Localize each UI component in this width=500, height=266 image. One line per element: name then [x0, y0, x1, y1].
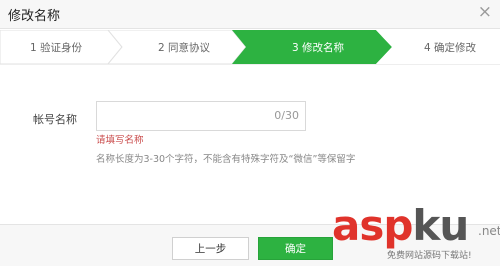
hint-message: 名称长度为3-30个字符，不能含有特殊字符及“微信”等保留字 [96, 154, 356, 165]
step-4-label: 4 确定修改 [424, 42, 477, 54]
watermark-suffix: .net [478, 224, 500, 238]
account-name-label: 帐号名称 [33, 113, 77, 126]
step-1-label: 1 验证身份 [30, 42, 83, 54]
watermark-logo: aspku [332, 201, 469, 250]
step-2-label: 2 同意协议 [158, 42, 211, 54]
prev-step-button[interactable]: 上一步 [172, 237, 249, 260]
dialog-header: 修改名称 × [0, 0, 500, 29]
account-name-input[interactable] [97, 102, 279, 130]
step-progress: 1 验证身份 2 同意协议 3 修改名称 4 确定修改 [0, 30, 500, 65]
watermark-tagline: 免费网站源码下载站! [387, 251, 472, 261]
error-message: 请填写名称 [96, 135, 144, 146]
char-counter: 0/30 [274, 109, 299, 122]
close-icon[interactable]: × [478, 2, 492, 22]
watermark-brand-gray: ku [412, 201, 469, 250]
dialog-title: 修改名称 [8, 9, 61, 24]
step-3-label: 3 修改名称 [292, 42, 345, 54]
aspku-watermark: aspku .net 免费网站源码下载站! [332, 201, 500, 265]
confirm-button[interactable]: 确定 [258, 237, 333, 260]
account-name-field: 0/30 [96, 101, 306, 131]
watermark-brand-red: asp [332, 201, 413, 250]
